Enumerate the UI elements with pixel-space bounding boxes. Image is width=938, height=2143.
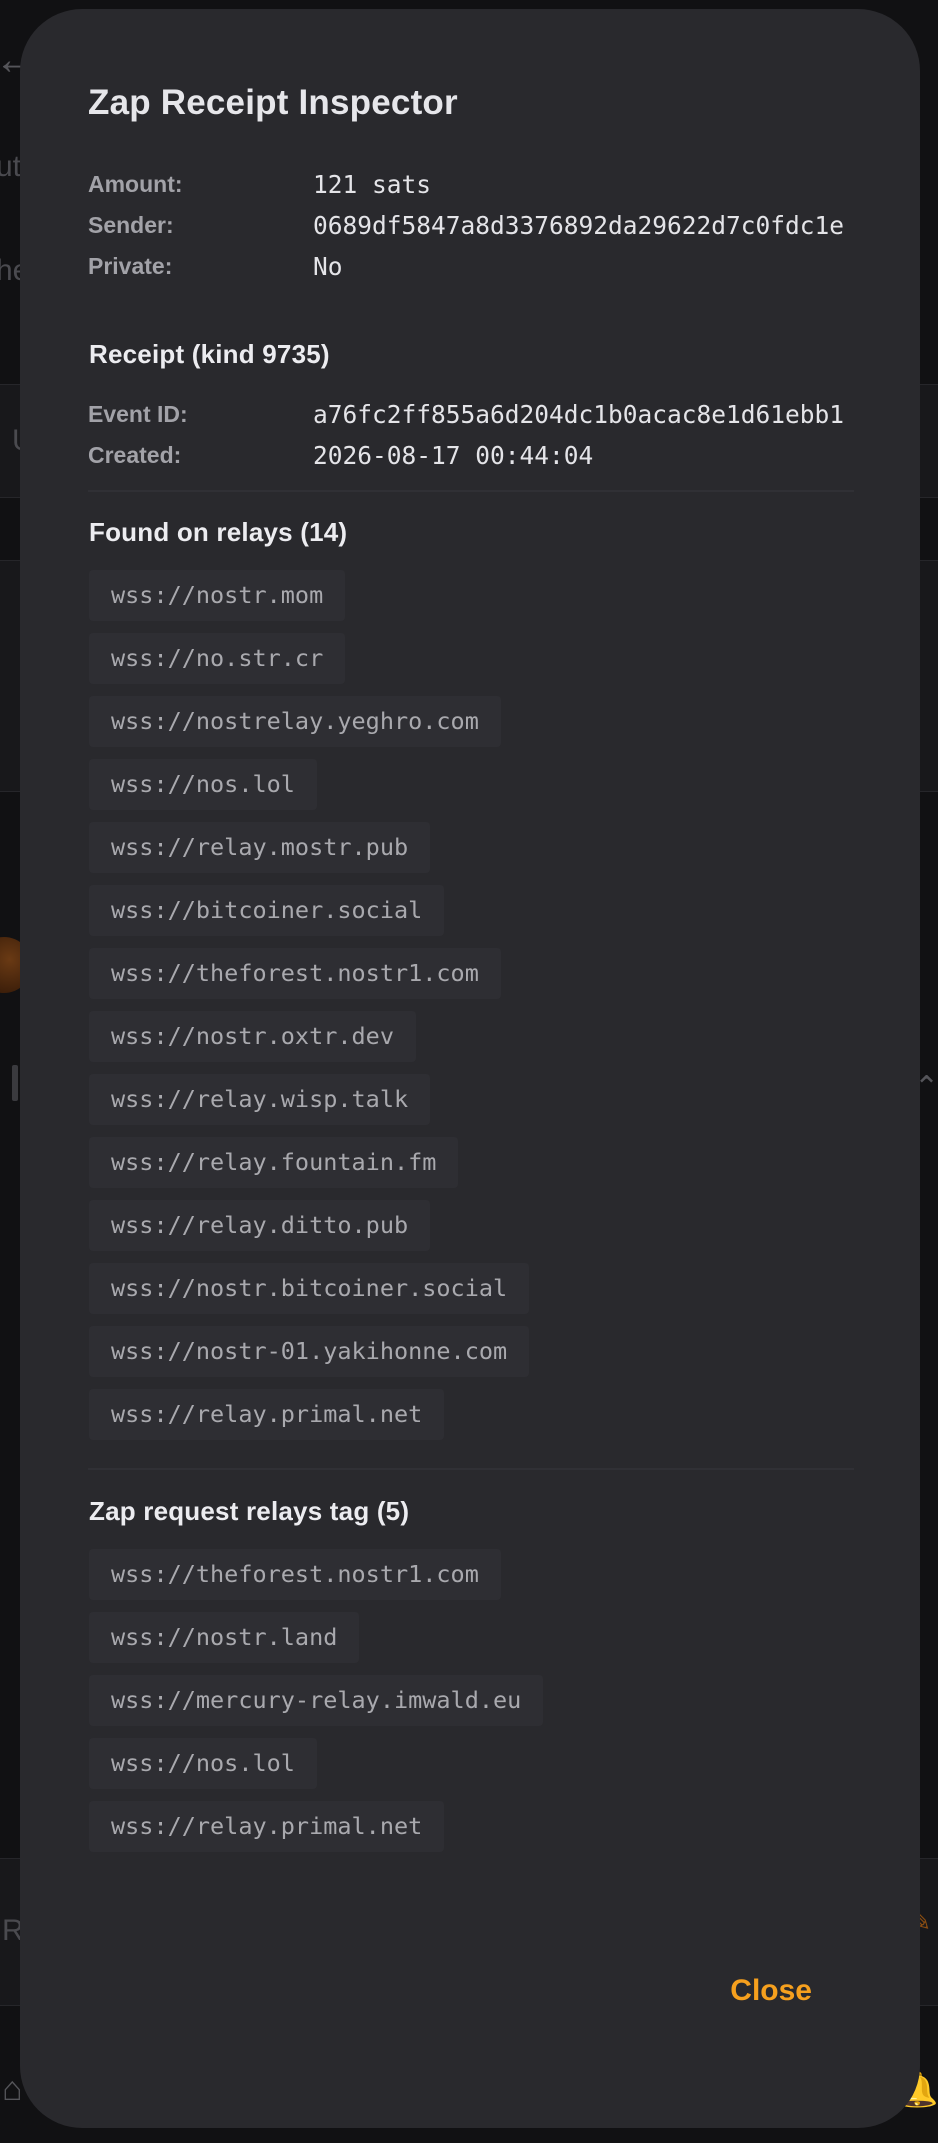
section-divider (88, 1468, 854, 1470)
relay-chip: wss://mercury-relay.imwald.eu (89, 1675, 544, 1726)
background-text: ut (0, 150, 22, 183)
relay-chip: wss://relay.wisp.talk (89, 1074, 431, 1125)
found-relays-list: wss://nostr.mom wss://no.str.cr wss://no… (89, 570, 530, 1452)
background-bar (12, 1065, 18, 1101)
relay-chip: wss://no.str.cr (89, 633, 346, 684)
relay-chip: wss://nostr.bitcoiner.social (89, 1263, 530, 1314)
relay-chip: wss://theforest.nostr1.com (89, 1549, 501, 1600)
private-label: Private: (88, 253, 173, 279)
relay-chip: wss://relay.primal.net (89, 1801, 445, 1852)
sender-value: 0689df5847a8d3376892da29622d7c0fdc1e (313, 211, 845, 240)
amount-row: Amount: 121 sats (88, 164, 431, 205)
event-id-value: a76fc2ff855a6d204dc1b0acac8e1d61ebb1 (313, 400, 845, 429)
created-value: 2026-08-17 00:44:04 (313, 441, 594, 470)
private-row: Private: No (88, 246, 343, 287)
zap-receipt-dialog: Zap Receipt Inspector Amount: 121 sats S… (20, 9, 920, 2128)
relay-chip: wss://nostr.land (89, 1612, 360, 1663)
relay-chip: wss://relay.ditto.pub (89, 1200, 431, 1251)
dialog-title: Zap Receipt Inspector (88, 83, 458, 122)
relay-chip: wss://nostr-01.yakihonne.com (89, 1326, 530, 1377)
relay-chip: wss://nos.lol (89, 1738, 317, 1789)
relay-chip: wss://relay.primal.net (89, 1389, 445, 1440)
event-id-label: Event ID: (88, 401, 188, 427)
relay-chip: wss://nostrelay.yeghro.com (89, 696, 501, 747)
receipt-section-title: Receipt (kind 9735) (89, 339, 330, 369)
relay-chip: wss://nos.lol (89, 759, 317, 810)
event-id-row: Event ID: a76fc2ff855a6d204dc1b0acac8e1d… (88, 394, 844, 435)
sender-row: Sender: 0689df5847a8d3376892da29622d7c0f… (88, 205, 844, 246)
amount-value: 121 sats (313, 170, 432, 199)
request-relays-title: Zap request relays tag (5) (89, 1496, 410, 1526)
relay-chip: wss://relay.mostr.pub (89, 822, 431, 873)
relay-chip: wss://nostr.mom (89, 570, 346, 621)
section-divider (88, 490, 854, 492)
found-relays-title: Found on relays (14) (89, 517, 348, 547)
sender-label: Sender: (88, 212, 174, 238)
request-relays-list: wss://theforest.nostr1.com wss://nostr.l… (89, 1549, 544, 1864)
close-button[interactable]: Close (730, 1966, 812, 2016)
created-label: Created: (88, 442, 182, 468)
relay-chip: wss://nostr.oxtr.dev (89, 1011, 416, 1062)
relay-chip: wss://theforest.nostr1.com (89, 948, 501, 999)
private-value: No (313, 252, 343, 281)
created-row: Created: 2026-08-17 00:44:04 (88, 435, 593, 476)
relay-chip: wss://bitcoiner.social (89, 885, 445, 936)
amount-label: Amount: (88, 171, 183, 197)
relay-chip: wss://relay.fountain.fm (89, 1137, 459, 1188)
